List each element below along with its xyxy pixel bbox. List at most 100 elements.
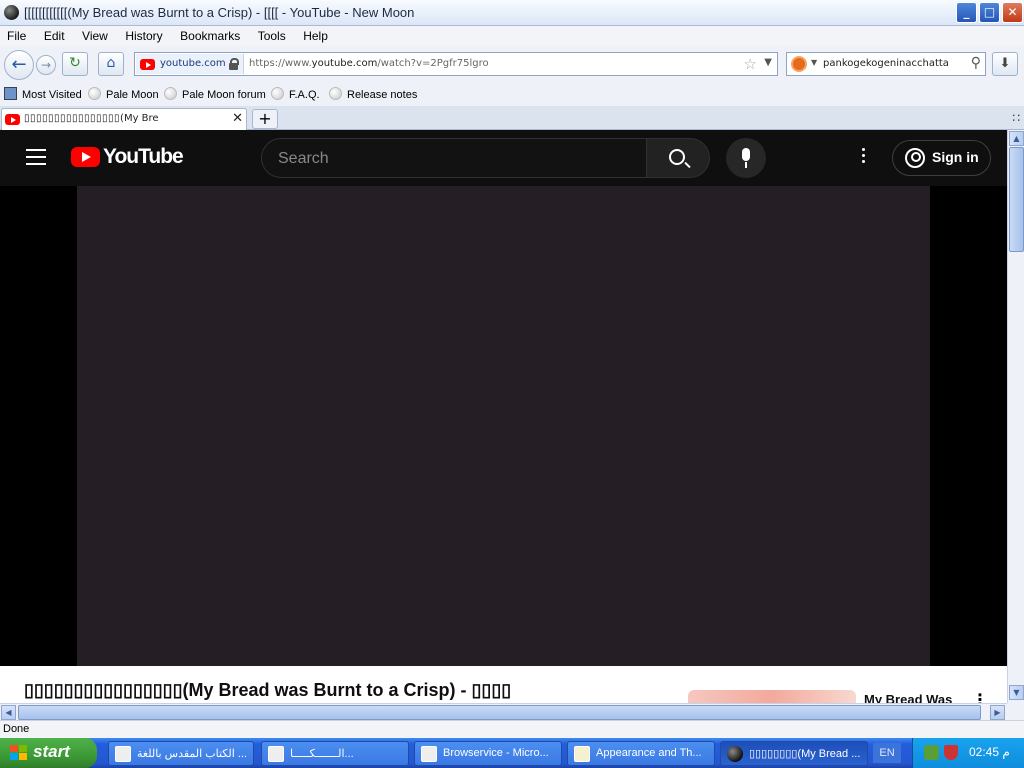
forward-arrow-icon[interactable]: →: [36, 55, 56, 75]
bookmark-pale-moon-forum[interactable]: Pale Moon forum: [164, 87, 266, 101]
reload-icon[interactable]: ↻: [62, 52, 88, 76]
menu-tools[interactable]: Tools: [251, 26, 293, 46]
web-page: YouTube Search Sign in ▯▯▯▯▯▯▯▯▯▯▯▯▯▯▯▯(…: [0, 130, 1007, 703]
scroll-right-arrow-icon[interactable]: ▶: [990, 705, 1005, 720]
url-text[interactable]: https://www.youtube.com/watch?v=2Pgfr75l…: [249, 58, 489, 69]
list-all-tabs-icon[interactable]: ∷: [1012, 111, 1020, 125]
downloads-icon[interactable]: ⬇: [992, 52, 1018, 76]
back-arrow-icon[interactable]: ←: [4, 50, 34, 80]
bookmark-label: Pale Moon: [106, 89, 159, 101]
globe-icon: [329, 87, 342, 100]
bookmark-release-notes[interactable]: Release notes: [329, 87, 417, 101]
new-tab-button[interactable]: +: [252, 109, 278, 129]
navigation-toolbar: ← → ↻ ⌂ youtube.com https://www.youtube.…: [0, 46, 1024, 82]
taskbar-label: الكتاب المقدس باللغة ...: [137, 748, 247, 760]
search-engine-icon[interactable]: [791, 56, 807, 72]
menu-bookmarks[interactable]: Bookmarks: [173, 26, 247, 46]
security-shield-icon[interactable]: [944, 745, 958, 760]
start-label: start: [33, 742, 70, 761]
engine-dropdown-icon[interactable]: ▼: [811, 58, 817, 67]
search-placeholder: Search: [278, 150, 329, 167]
url-bar[interactable]: youtube.com https://www.youtube.com/watc…: [134, 52, 778, 76]
scroll-down-arrow-icon[interactable]: ▼: [1009, 685, 1024, 700]
microphone-icon[interactable]: [726, 138, 766, 178]
menu-history[interactable]: History: [118, 26, 169, 46]
menu-file[interactable]: File: [0, 26, 33, 46]
minimize-button[interactable]: _: [956, 2, 977, 23]
tab-youtube-video[interactable]: ▯▯▯▯▯▯▯▯▯▯▯▯▯▯▯▯(My Bre ✕: [1, 108, 247, 130]
video-title: ▯▯▯▯▯▯▯▯▯▯▯▯▯▯▯▯(My Bread was Burnt to a…: [24, 680, 511, 701]
menu-view[interactable]: View: [75, 26, 115, 46]
vertical-scroll-thumb[interactable]: [1009, 147, 1024, 252]
related-video-title[interactable]: My Bread Was: [864, 692, 952, 703]
control-panel-icon: [574, 746, 590, 762]
vertical-scrollbar[interactable]: ▲ ▼: [1007, 130, 1024, 703]
related-video-thumbnail[interactable]: [688, 690, 856, 703]
bookmark-faq[interactable]: F.A.Q.: [271, 87, 320, 101]
sign-in-label: Sign in: [932, 149, 979, 165]
youtube-favicon-icon: [140, 59, 155, 70]
search-magnifier-icon[interactable]: ⚲: [971, 55, 981, 71]
windows-flag-icon: [10, 745, 27, 761]
window-titlebar[interactable]: [[[[[[[[[[[[(My Bread was Burnt to a Cri…: [0, 0, 1024, 26]
scroll-corner: [1007, 703, 1024, 720]
clock[interactable]: 02:45 م: [969, 745, 1010, 759]
menu-help[interactable]: Help: [296, 26, 335, 46]
taskbar-item-bible-doc[interactable]: الكتاب المقدس باللغة ...: [108, 741, 254, 766]
taskbar-item-arabic-doc[interactable]: الـــــــكـــــا...: [261, 741, 409, 766]
bookmark-most-visited[interactable]: Most Visited: [4, 87, 82, 101]
url-path: /watch?v=2Pgfr75lgro: [377, 58, 489, 69]
youtube-search-button[interactable]: [646, 138, 710, 178]
url-history-dropdown-icon[interactable]: ▼: [764, 57, 772, 68]
video-player[interactable]: [77, 186, 930, 666]
window-icon: [421, 746, 437, 762]
taskbar-item-new-moon[interactable]: ▯▯▯▯▯▯▯▯(My Bread ...: [720, 741, 868, 766]
close-window-button[interactable]: ✕: [1002, 2, 1023, 23]
horizontal-scrollbar[interactable]: ◀ ▶: [0, 703, 1007, 720]
search-bar[interactable]: ▼ pankogekogeninacchatta ⚲: [786, 52, 986, 76]
url-host: youtube.com: [311, 58, 378, 69]
youtube-favicon-icon: [5, 114, 20, 125]
tab-title-boxes: ▯▯▯▯▯▯▯▯▯▯▯▯▯▯▯▯: [24, 113, 121, 124]
video-title-suffix: ▯▯▯▯: [471, 680, 512, 700]
close-tab-icon[interactable]: ✕: [232, 111, 243, 126]
most-visited-icon: [4, 87, 17, 100]
scroll-left-arrow-icon[interactable]: ◀: [1, 705, 16, 720]
menu-bar: File Edit View History Bookmarks Tools H…: [0, 26, 1024, 46]
start-button[interactable]: start: [0, 738, 97, 768]
youtube-search-input[interactable]: Search: [261, 138, 647, 178]
language-indicator[interactable]: EN: [873, 743, 901, 763]
system-tray: 02:45 م: [912, 738, 1024, 768]
below-player: ▯▯▯▯▯▯▯▯▯▯▯▯▯▯▯▯(My Bread was Burnt to a…: [0, 666, 1007, 703]
status-bar: Done: [0, 720, 1024, 738]
youtube-wordmark[interactable]: YouTube: [103, 145, 184, 169]
document-icon: [268, 746, 284, 762]
taskbar-item-browservice[interactable]: Browservice - Micro...: [414, 741, 562, 766]
taskbar-item-appearance[interactable]: Appearance and Th...: [567, 741, 715, 766]
video-title-text: (My Bread was Burnt to a Crisp) -: [182, 680, 472, 700]
bookmark-label: Most Visited: [22, 89, 82, 101]
home-icon[interactable]: ⌂: [98, 52, 124, 76]
hamburger-menu-icon[interactable]: [26, 149, 46, 165]
related-more-icon[interactable]: ⋮: [972, 690, 988, 703]
sign-in-button[interactable]: Sign in: [892, 140, 991, 176]
more-options-icon[interactable]: [862, 148, 866, 166]
maximize-button[interactable]: □: [979, 2, 1000, 23]
window-title: [[[[[[[[[[[[(My Bread was Burnt to a Cri…: [24, 5, 415, 20]
site-identity-button[interactable]: youtube.com: [136, 54, 244, 74]
windows-taskbar: start الكتاب المقدس باللغة ... الـــــــ…: [0, 738, 1024, 768]
horizontal-scroll-thumb[interactable]: [18, 705, 981, 720]
youtube-logo-icon[interactable]: [71, 147, 100, 167]
network-tray-icon[interactable]: [924, 745, 939, 760]
youtube-masthead: YouTube Search Sign in: [0, 130, 1007, 186]
bookmark-pale-moon[interactable]: Pale Moon: [88, 87, 159, 101]
bookmark-star-icon[interactable]: ☆: [744, 55, 757, 73]
search-icon: [669, 149, 685, 165]
tab-title-text: (My Bre: [120, 113, 159, 124]
bookmarks-toolbar: Most Visited Pale Moon Pale Moon forum F…: [0, 82, 1024, 106]
search-input[interactable]: pankogekogeninacchatta: [823, 58, 949, 69]
globe-icon: [271, 87, 284, 100]
scroll-up-arrow-icon[interactable]: ▲: [1009, 131, 1024, 146]
menu-edit[interactable]: Edit: [37, 26, 72, 46]
player-container: [0, 186, 1007, 666]
